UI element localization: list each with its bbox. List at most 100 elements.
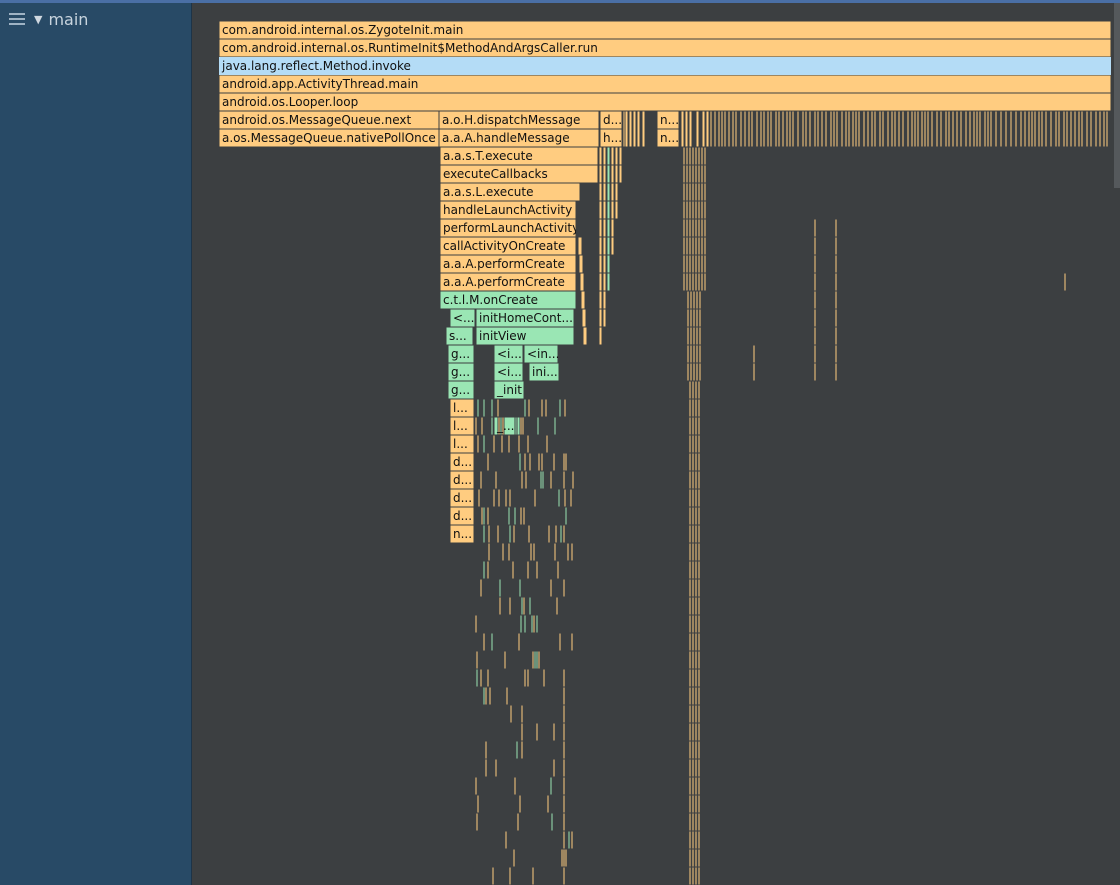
flame-frame[interactable] [528,596,532,616]
flame-frame[interactable] [994,110,998,148]
flame-frame[interactable] [774,110,778,148]
flame-frame-label[interactable]: android.os.MessageQueue.next [219,111,439,129]
flame-frame-label[interactable]: initHomeCont... [476,309,574,327]
flame-frame[interactable] [697,182,701,202]
flame-frame[interactable] [697,848,701,868]
flame-frame[interactable] [1073,110,1077,148]
flame-frame[interactable] [1065,110,1069,148]
flame-frame[interactable] [691,416,695,436]
flame-frame[interactable] [1023,110,1027,148]
flame-frame[interactable] [834,308,838,328]
flame-frame[interactable] [558,632,562,652]
flame-frame[interactable] [700,146,704,166]
flame-frame[interactable] [689,362,693,382]
flame-frame[interactable] [554,524,558,544]
flame-frame[interactable] [703,200,707,220]
flame-frame[interactable] [694,578,698,598]
flame-frame[interactable] [1014,110,1018,148]
flame-frame[interactable] [685,236,689,256]
flame-frame[interactable] [694,272,698,292]
flame-frame[interactable] [479,668,483,688]
flame-frame-label[interactable]: l... [450,417,474,435]
flame-frame[interactable] [562,578,566,598]
flame-frame[interactable] [688,380,692,400]
flame-frame[interactable] [498,596,502,616]
flame-frame[interactable] [487,542,491,562]
flame-frame[interactable] [694,434,698,454]
flame-frame[interactable] [834,218,838,238]
flame-frame[interactable] [697,776,701,796]
flame-frame-label[interactable]: performLaunchActivity [440,219,576,237]
flame-frame[interactable] [697,830,701,850]
flame-frame[interactable] [682,182,686,202]
flame-frame[interactable] [691,740,695,760]
flame-frame[interactable] [813,272,817,292]
flame-frame[interactable] [913,110,917,148]
flame-frame[interactable] [1019,110,1023,148]
flame-frame[interactable] [834,290,838,310]
flame-frame[interactable] [691,596,695,616]
flame-frame[interactable] [697,452,701,472]
flame-frame[interactable] [509,704,513,724]
flame-frame[interactable] [910,110,914,148]
flame-frame[interactable] [516,812,520,832]
flame-frame[interactable] [688,650,692,670]
flame-frame[interactable] [688,434,692,454]
flame-frame-label[interactable]: java.lang.reflect.Method.invoke [219,57,1111,75]
flame-frame[interactable] [691,470,695,490]
flame-frame[interactable] [688,776,692,796]
flame-frame-label[interactable]: com.android.internal.os.RuntimeInit$Meth… [219,39,1111,57]
flame-frame[interactable] [734,110,738,148]
flame-frame[interactable] [541,470,545,490]
flame-frame-label[interactable]: <in... [524,345,558,363]
flame-frame[interactable] [697,380,701,400]
flame-frame[interactable] [923,110,927,148]
flame-frame[interactable] [532,542,536,562]
flame-frame[interactable] [562,830,566,850]
flame-frame[interactable] [598,254,603,274]
flame-frame[interactable] [697,542,701,562]
flame-frame[interactable] [549,776,553,796]
flame-frame[interactable] [688,668,692,688]
flame-frame[interactable] [535,614,539,634]
flame-frame[interactable] [526,668,530,688]
flame-frame-label[interactable]: handleLaunchActivity [440,201,576,219]
flame-frame[interactable] [482,632,486,652]
flame-frame[interactable] [694,254,698,274]
flame-frame[interactable] [978,110,982,148]
flame-frame[interactable] [955,110,959,148]
flame-frame[interactable] [697,596,701,616]
flame-frame[interactable] [475,812,479,832]
flame-frame[interactable] [688,578,692,598]
flame-frame[interactable] [614,164,619,184]
flame-frame[interactable] [951,110,955,148]
flame-frame[interactable] [519,416,523,436]
flame-frame[interactable] [695,326,699,346]
flame-frame[interactable] [533,488,537,508]
flame-frame[interactable] [688,164,692,184]
flame-frame[interactable] [535,722,539,742]
flame-frame[interactable] [476,398,480,418]
flame-frame[interactable] [703,164,707,184]
flame-frame[interactable] [598,146,603,166]
flame-frame[interactable] [717,110,721,148]
flame-frame[interactable] [694,380,698,400]
flame-frame[interactable] [553,416,557,436]
flame-frame[interactable] [691,506,695,526]
flame-frame[interactable] [750,110,754,148]
flame-frame[interactable] [602,254,607,274]
flame-frame-label[interactable]: d... [450,471,474,489]
flame-frame-label[interactable]: _... [494,417,520,435]
flame-frame[interactable] [606,146,611,166]
flame-frame[interactable] [694,506,698,526]
flame-frame[interactable] [691,722,695,742]
flame-frame-label[interactable]: a.a.s.T.execute [440,147,598,165]
flame-frame[interactable] [602,218,607,238]
flame-frame[interactable] [691,434,695,454]
flame-frame[interactable] [691,200,695,220]
flame-frame[interactable] [694,182,698,202]
flame-frame[interactable] [697,506,701,526]
flame-frame[interactable] [562,812,566,832]
flame-frame[interactable] [523,614,527,634]
flame-frame[interactable] [557,488,561,508]
